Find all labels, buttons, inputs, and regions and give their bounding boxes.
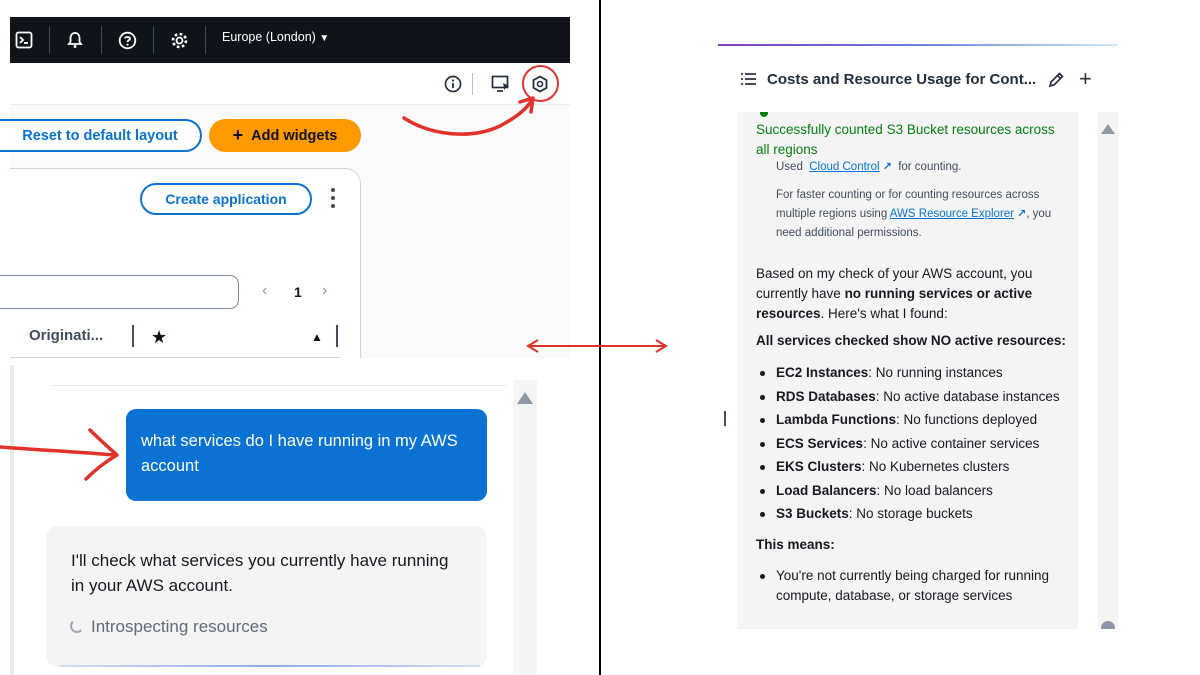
annotation-double-arrow xyxy=(526,339,668,353)
